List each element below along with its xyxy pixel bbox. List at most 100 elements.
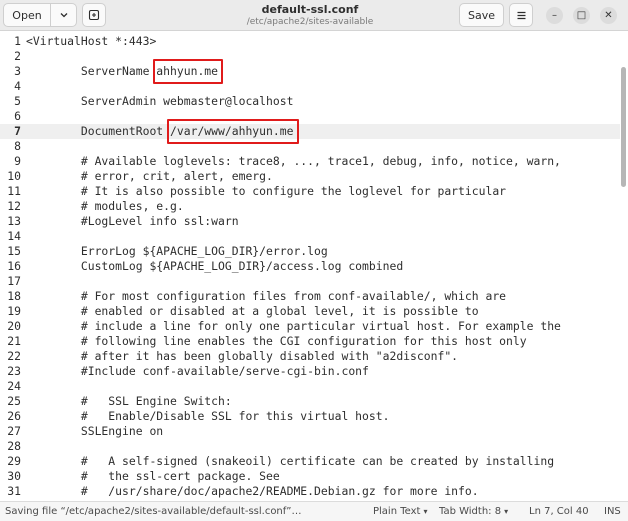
header-bar: Open default-ssl.conf /etc/apache2/sites… — [0, 0, 628, 31]
main-menu-button[interactable] — [509, 3, 533, 27]
save-button[interactable]: Save — [459, 3, 504, 27]
line-number: 2 — [14, 49, 21, 63]
vertical-scrollbar[interactable] — [621, 67, 626, 187]
line-number: 18 — [7, 289, 21, 303]
line-number: 1 — [14, 34, 21, 48]
editor-line[interactable]: 21 # following line enables the CGI conf… — [0, 334, 620, 349]
cursor-position[interactable]: Ln 7, Col 40 — [529, 506, 589, 517]
line-number: 9 — [14, 154, 21, 168]
editor-line[interactable]: 25 # SSL Engine Switch: — [0, 394, 620, 409]
maximize-icon: □ — [576, 10, 587, 21]
editor-line[interactable]: 28 — [0, 439, 620, 454]
window-title: default-ssl.conf — [261, 3, 359, 16]
maximize-button[interactable]: □ — [573, 7, 590, 24]
line-number: 14 — [7, 229, 21, 243]
editor-line[interactable]: 24 — [0, 379, 620, 394]
language-selector[interactable]: Plain Text ▾ — [373, 506, 427, 517]
line-number: 5 — [14, 94, 21, 108]
line-text[interactable]: #Include conf-available/serve-cgi-bin.co… — [26, 364, 369, 379]
annotation-highlight-box — [167, 119, 299, 144]
editor-line[interactable]: 27 SSLEngine on — [0, 424, 620, 439]
line-number: 20 — [7, 319, 21, 333]
line-text[interactable]: #LogLevel info ssl:warn — [26, 214, 239, 229]
line-text[interactable]: # following line enables the CGI configu… — [26, 334, 527, 349]
language-label: Plain Text — [373, 506, 421, 517]
new-tab-button[interactable] — [82, 3, 106, 27]
chevron-down-icon — [60, 13, 67, 18]
line-text[interactable]: SSLEngine on — [26, 424, 163, 439]
line-text[interactable]: # error, crit, alert, emerg. — [26, 169, 273, 184]
editor-line[interactable]: 2 — [0, 49, 620, 64]
line-number: 6 — [14, 109, 21, 123]
annotation-highlight-box — [153, 59, 224, 84]
open-button[interactable]: Open — [3, 3, 51, 27]
line-number: 23 — [7, 364, 21, 378]
line-text[interactable]: # the ssl-cert package. See — [26, 469, 280, 484]
status-bar: Saving file “/etc/apache2/sites-availabl… — [0, 501, 628, 521]
line-text[interactable]: # Available loglevels: trace8, ..., trac… — [26, 154, 561, 169]
editor-line[interactable]: 13 #LogLevel info ssl:warn — [0, 214, 620, 229]
editor-line[interactable]: 4 — [0, 79, 620, 94]
editor-line[interactable]: 20 # include a line for only one particu… — [0, 319, 620, 334]
line-text[interactable]: # /usr/share/doc/apache2/README.Debian.g… — [26, 484, 479, 499]
line-number: 12 — [7, 199, 21, 213]
editor-line[interactable]: 29 # A self-signed (snakeoil) certificat… — [0, 454, 620, 469]
editor-line[interactable]: 7 DocumentRoot /var/www/ahhyun.me — [0, 124, 620, 139]
editor-line[interactable]: 30 # the ssl-cert package. See — [0, 469, 620, 484]
line-text[interactable]: <VirtualHost *:443> — [26, 34, 156, 49]
editor-line[interactable]: 1 <VirtualHost *:443> — [0, 34, 620, 49]
editor-line[interactable]: 18 # For most configuration files from c… — [0, 289, 620, 304]
close-icon: ✕ — [604, 10, 613, 21]
editor-line[interactable]: 10 # error, crit, alert, emerg. — [0, 169, 620, 184]
open-menu-button[interactable] — [51, 3, 77, 27]
line-text[interactable]: ErrorLog ${APACHE_LOG_DIR}/error.log — [26, 244, 328, 259]
line-text[interactable]: # include a line for only one particular… — [26, 319, 561, 334]
line-number: 4 — [14, 79, 21, 93]
line-number: 26 — [7, 409, 21, 423]
line-text[interactable]: # SSL Engine Switch: — [26, 394, 232, 409]
line-text[interactable]: # It is also possible to configure the l… — [26, 184, 506, 199]
line-text[interactable]: # modules, e.g. — [26, 199, 184, 214]
text-editor[interactable]: 1 <VirtualHost *:443> 2 3 ServerName ahhyun… — [0, 31, 628, 501]
line-number: 31 — [7, 484, 21, 498]
editor-line[interactable]: 8 — [0, 139, 620, 154]
editor-line[interactable]: 22 # after it has been globally disabled… — [0, 349, 620, 364]
minimize-icon: – — [552, 10, 557, 21]
line-text[interactable]: # after it has been globally disabled wi… — [26, 349, 458, 364]
editor-line[interactable]: 23 #Include conf-available/serve-cgi-bin… — [0, 364, 620, 379]
line-text[interactable]: CustomLog ${APACHE_LOG_DIR}/access.log c… — [26, 259, 403, 274]
line-number: 17 — [7, 274, 21, 288]
editor-line[interactable]: 12 # modules, e.g. — [0, 199, 620, 214]
line-number: 27 — [7, 424, 21, 438]
editor-line[interactable]: 31 # /usr/share/doc/apache2/README.Debia… — [0, 484, 620, 499]
tab-width-label: Tab Width: 8 — [439, 506, 502, 517]
editor-line[interactable]: 16 CustomLog ${APACHE_LOG_DIR}/access.lo… — [0, 259, 620, 274]
editor-line[interactable]: 9 # Available loglevels: trace8, ..., tr… — [0, 154, 620, 169]
line-number: 10 — [7, 169, 21, 183]
insert-mode-indicator[interactable]: INS — [604, 506, 621, 517]
hamburger-icon — [517, 11, 525, 19]
line-number: 16 — [7, 259, 21, 273]
editor-line[interactable]: 6 — [0, 109, 620, 124]
editor-line[interactable]: 14 — [0, 229, 620, 244]
line-number: 15 — [7, 244, 21, 258]
tab-width-selector[interactable]: Tab Width: 8 ▾ — [439, 506, 508, 517]
editor-line[interactable]: 17 — [0, 274, 620, 289]
editor-line[interactable]: 15 ErrorLog ${APACHE_LOG_DIR}/error.log — [0, 244, 620, 259]
close-button[interactable]: ✕ — [600, 7, 617, 24]
line-text[interactable]: # For most configuration files from conf… — [26, 289, 506, 304]
editor-line[interactable]: 26 # Enable/Disable SSL for this virtual… — [0, 409, 620, 424]
line-text[interactable]: # A self-signed (snakeoil) certificate c… — [26, 454, 554, 469]
line-number: 29 — [7, 454, 21, 468]
line-number: 13 — [7, 214, 21, 228]
minimize-button[interactable]: – — [546, 7, 563, 24]
editor-line[interactable]: 11 # It is also possible to configure th… — [0, 184, 620, 199]
line-text[interactable]: ServerAdmin webmaster@localhost — [26, 94, 294, 109]
editor-line[interactable]: 3 ServerName ahhyun.me — [0, 64, 620, 79]
editor-line[interactable]: 19 # enabled or disabled at a global lev… — [0, 304, 620, 319]
line-text[interactable]: # Enable/Disable SSL for this virtual ho… — [26, 409, 390, 424]
line-text[interactable]: # enabled or disabled at a global level,… — [26, 304, 479, 319]
editor-line[interactable]: 5 ServerAdmin webmaster@localhost — [0, 94, 620, 109]
new-tab-icon — [88, 9, 100, 21]
line-number: 28 — [7, 439, 21, 453]
